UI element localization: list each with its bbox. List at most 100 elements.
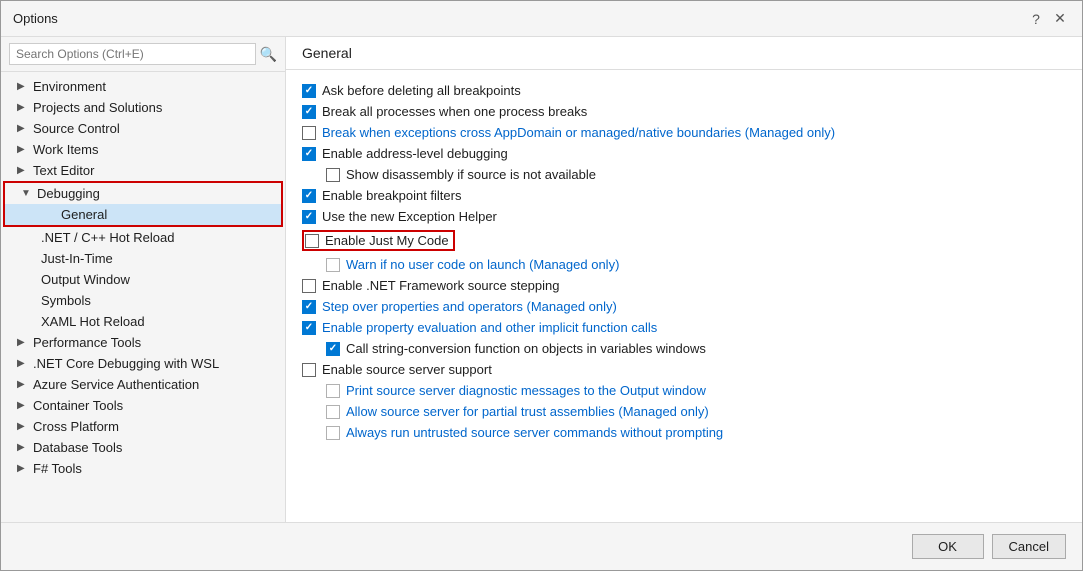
checkbox-dotnet-source[interactable] <box>302 279 316 293</box>
tree-item-database-tools[interactable]: ▶ Database Tools <box>1 437 285 458</box>
label-ask-delete: Ask before deleting all breakpoints <box>322 83 521 98</box>
tree-item-performance-tools[interactable]: ▶ Performance Tools <box>1 332 285 353</box>
checkbox-warn-no-code[interactable] <box>326 258 340 272</box>
tree-item-container-tools[interactable]: ▶ Container Tools <box>1 395 285 416</box>
arrow-environment: ▶ <box>17 81 29 92</box>
tree-item-projects[interactable]: ▶ Projects and Solutions <box>1 97 285 118</box>
content-area: 🔍 ▶ Environment ▶ Projects and Solutions… <box>1 37 1082 522</box>
options-dialog: Options ? ✕ 🔍 ▶ Environment ▶ Projects a… <box>0 0 1083 571</box>
arrow-dotnet-wsl: ▶ <box>17 358 29 369</box>
checkbox-break-appdomain[interactable] <box>302 126 316 140</box>
tree-label-just-in-time: Just-In-Time <box>41 251 113 266</box>
tree-label-xaml-hot-reload: XAML Hot Reload <box>41 314 145 329</box>
tree-item-dotnet-wsl[interactable]: ▶ .NET Core Debugging with WSL <box>1 353 285 374</box>
tree-item-text-editor[interactable]: ▶ Text Editor <box>1 160 285 181</box>
tree-label-database-tools: Database Tools <box>33 440 122 455</box>
checkbox-just-my-code[interactable] <box>305 234 319 248</box>
tree-item-general[interactable]: General <box>5 204 281 225</box>
search-box: 🔍 <box>1 37 285 72</box>
arrow-performance-tools: ▶ <box>17 337 29 348</box>
checkbox-string-conv[interactable] <box>326 342 340 356</box>
label-break-appdomain: Break when exceptions cross AppDomain or… <box>322 125 835 140</box>
label-step-over: Step over properties and operators (Mana… <box>322 299 617 314</box>
label-addr-debug: Enable address-level debugging <box>322 146 508 161</box>
option-row-break-appdomain: Break when exceptions cross AppDomain or… <box>302 122 1066 143</box>
tree-label-source-control: Source Control <box>33 121 120 136</box>
tree-item-cross-platform[interactable]: ▶ Cross Platform <box>1 416 285 437</box>
tree-label-performance-tools: Performance Tools <box>33 335 141 350</box>
tree-label-azure-auth: Azure Service Authentication <box>33 377 199 392</box>
left-panel: 🔍 ▶ Environment ▶ Projects and Solutions… <box>1 37 286 522</box>
dialog-title: Options <box>13 11 58 26</box>
close-button[interactable]: ✕ <box>1050 9 1070 29</box>
arrow-fsharp: ▶ <box>17 463 29 474</box>
tree-item-environment[interactable]: ▶ Environment <box>1 76 285 97</box>
tree-label-container-tools: Container Tools <box>33 398 123 413</box>
search-input[interactable] <box>9 43 256 65</box>
checkbox-source-server[interactable] <box>302 363 316 377</box>
option-row-ask-delete: Ask before deleting all breakpoints <box>302 80 1066 101</box>
checkbox-run-untrusted[interactable] <box>326 426 340 440</box>
tree-item-debugging[interactable]: ▼ Debugging <box>5 183 281 204</box>
checkbox-disassembly[interactable] <box>326 168 340 182</box>
option-row-addr-debug: Enable address-level debugging <box>302 143 1066 164</box>
search-icon[interactable]: 🔍 <box>260 46 277 63</box>
tree-item-dotnet-hot-reload[interactable]: .NET / C++ Hot Reload <box>1 227 285 248</box>
option-row-print-diagnostic: Print source server diagnostic messages … <box>326 380 1066 401</box>
checkbox-exception-helper[interactable] <box>302 210 316 224</box>
option-row-dotnet-source: Enable .NET Framework source stepping <box>302 275 1066 296</box>
label-prop-eval: Enable property evaluation and other imp… <box>322 320 657 335</box>
option-row-bp-filters: Enable breakpoint filters <box>302 185 1066 206</box>
tree-label-output-window: Output Window <box>41 272 130 287</box>
right-header: General <box>286 37 1082 70</box>
tree-label-dotnet-wsl: .NET Core Debugging with WSL <box>33 356 219 371</box>
arrow-projects: ▶ <box>17 102 29 113</box>
ok-button[interactable]: OK <box>912 534 984 559</box>
label-disassembly: Show disassembly if source is not availa… <box>346 167 596 182</box>
checkbox-print-diagnostic[interactable] <box>326 384 340 398</box>
option-row-break-all: Break all processes when one process bre… <box>302 101 1066 122</box>
arrow-source-control: ▶ <box>17 123 29 134</box>
label-exception-helper: Use the new Exception Helper <box>322 209 497 224</box>
tree-label-symbols: Symbols <box>41 293 91 308</box>
option-row-just-my-code: Enable Just My Code <box>302 227 1066 254</box>
arrow-debugging: ▼ <box>21 188 33 199</box>
tree-item-fsharp[interactable]: ▶ F# Tools <box>1 458 285 479</box>
label-source-server: Enable source server support <box>322 362 492 377</box>
option-row-run-untrusted: Always run untrusted source server comma… <box>326 422 1066 443</box>
checkbox-break-all[interactable] <box>302 105 316 119</box>
checkbox-bp-filters[interactable] <box>302 189 316 203</box>
tree-item-output-window[interactable]: Output Window <box>1 269 285 290</box>
checkbox-ask-delete[interactable] <box>302 84 316 98</box>
arrow-database-tools: ▶ <box>17 442 29 453</box>
tree-area: ▶ Environment ▶ Projects and Solutions ▶… <box>1 72 285 522</box>
tree-label-text-editor: Text Editor <box>33 163 94 178</box>
label-partial-trust: Allow source server for partial trust as… <box>346 404 709 419</box>
option-row-source-server: Enable source server support <box>302 359 1066 380</box>
label-print-diagnostic: Print source server diagnostic messages … <box>346 383 706 398</box>
arrow-container-tools: ▶ <box>17 400 29 411</box>
checkbox-addr-debug[interactable] <box>302 147 316 161</box>
label-dotnet-source: Enable .NET Framework source stepping <box>322 278 559 293</box>
tree-item-azure-auth[interactable]: ▶ Azure Service Authentication <box>1 374 285 395</box>
tree-item-xaml-hot-reload[interactable]: XAML Hot Reload <box>1 311 285 332</box>
option-row-string-conv: Call string-conversion function on objec… <box>326 338 1066 359</box>
tree-item-just-in-time[interactable]: Just-In-Time <box>1 248 285 269</box>
tree-label-cross-platform: Cross Platform <box>33 419 119 434</box>
option-row-exception-helper: Use the new Exception Helper <box>302 206 1066 227</box>
options-area: Ask before deleting all breakpoints Brea… <box>286 70 1082 522</box>
checkbox-prop-eval[interactable] <box>302 321 316 335</box>
arrow-work-items: ▶ <box>17 144 29 155</box>
help-button[interactable]: ? <box>1026 9 1046 29</box>
tree-item-work-items[interactable]: ▶ Work Items <box>1 139 285 160</box>
cancel-button[interactable]: Cancel <box>992 534 1066 559</box>
tree-item-symbols[interactable]: Symbols <box>1 290 285 311</box>
label-warn-no-code: Warn if no user code on launch (Managed … <box>346 257 619 272</box>
checkbox-step-over[interactable] <box>302 300 316 314</box>
label-run-untrusted: Always run untrusted source server comma… <box>346 425 723 440</box>
checkbox-partial-trust[interactable] <box>326 405 340 419</box>
tree-label-fsharp: F# Tools <box>33 461 82 476</box>
right-panel: General Ask before deleting all breakpoi… <box>286 37 1082 522</box>
tree-label-work-items: Work Items <box>33 142 99 157</box>
tree-item-source-control[interactable]: ▶ Source Control <box>1 118 285 139</box>
